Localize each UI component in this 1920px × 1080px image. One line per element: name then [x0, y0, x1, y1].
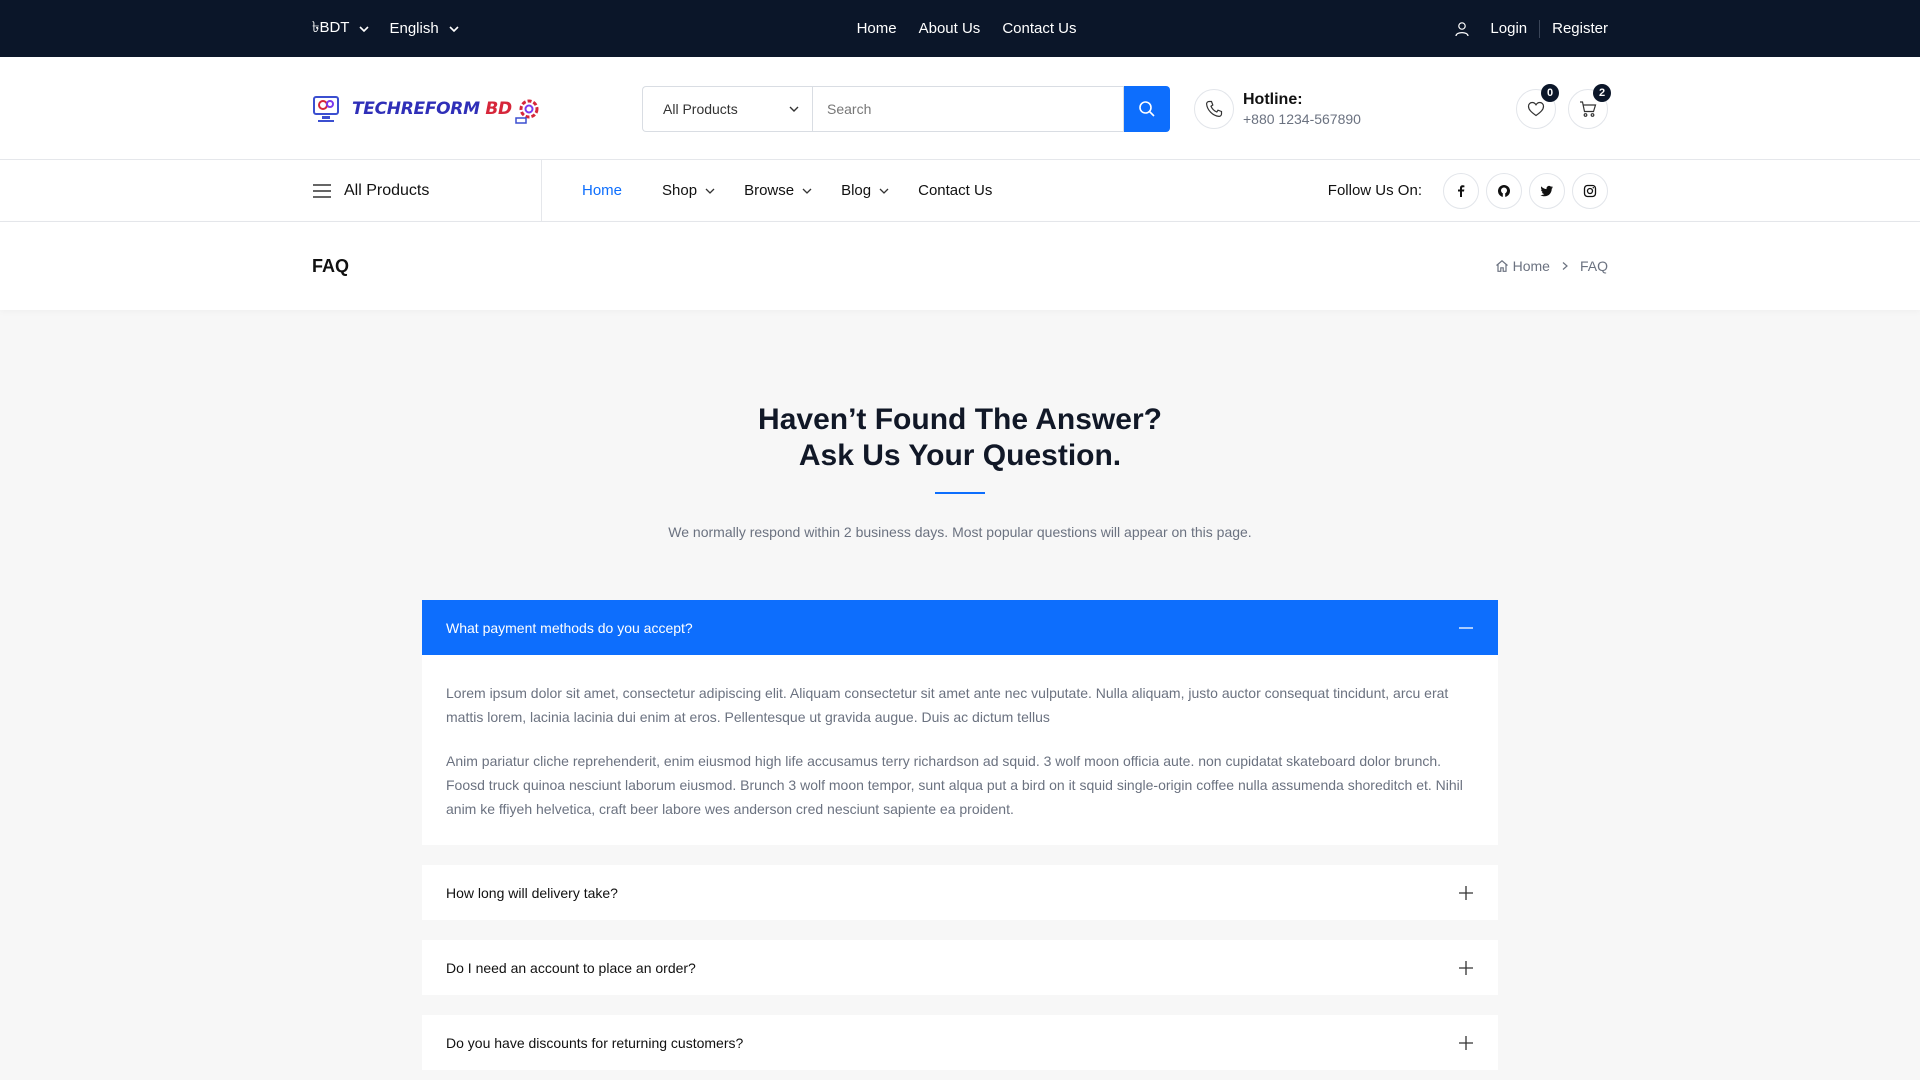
nav-browse-label: Browse	[744, 182, 795, 199]
page-title: FAQ	[312, 255, 350, 276]
faq-question: Do I need an account to place an order?	[446, 959, 696, 976]
currency-label: ৳BDT	[312, 19, 350, 36]
faq-subtitle: We normally respond within 2 business da…	[668, 524, 1252, 540]
plus-icon	[1459, 960, 1473, 975]
instagram-icon	[1583, 184, 1597, 197]
language-selector[interactable]: English	[389, 20, 459, 37]
faq-answer-paragraph: Lorem ipsum dolor sit amet, consectetur …	[446, 685, 1449, 725]
logo-wordmark: TECHREFORM BD	[352, 99, 512, 119]
faq-question-toggle[interactable]: Do you have discounts for returning cust…	[422, 1015, 1498, 1070]
wishlist-count-badge: 0	[1541, 83, 1559, 102]
facebook-link[interactable]	[1443, 172, 1479, 209]
twitter-icon	[1540, 185, 1553, 196]
language-label: English	[389, 20, 439, 37]
chevron-down-icon	[789, 106, 799, 112]
facebook-icon	[1458, 184, 1465, 197]
chevron-down-icon	[449, 25, 459, 32]
top-bar: ৳BDT English Home About Us Contact Us Lo…	[0, 0, 1920, 57]
faq-title-line1: Haven’t Found The Answer?	[758, 403, 1162, 436]
category-select-value: All Products	[663, 100, 738, 117]
title-underline	[935, 492, 985, 494]
twitter-link[interactable]	[1529, 172, 1565, 209]
breadcrumb: Home FAQ	[1495, 258, 1608, 274]
faq-question: What payment methods do you accept?	[446, 619, 693, 636]
page-header: FAQ Home FAQ	[0, 222, 1920, 310]
nav-blog[interactable]: Blog	[841, 182, 890, 199]
faq-question-toggle[interactable]: What payment methods do you accept?	[422, 600, 1498, 655]
currency-selector[interactable]: ৳BDT	[312, 16, 370, 41]
nav-shop-label: Shop	[662, 182, 698, 199]
chevron-down-icon	[705, 188, 715, 194]
faq-title-line2: Ask Us Your Question.	[798, 439, 1122, 472]
nav-contact[interactable]: Contact Us	[918, 182, 992, 199]
search-icon	[1139, 100, 1155, 117]
chevron-down-icon	[802, 188, 812, 194]
divider	[1539, 19, 1541, 38]
logo-icon	[313, 95, 339, 122]
phone-icon	[1206, 100, 1223, 117]
wishlist-button[interactable]: 0	[1516, 83, 1559, 129]
chevron-right-icon	[1562, 262, 1568, 270]
logo-text-part2: BD	[485, 98, 512, 119]
breadcrumb-home-label: Home	[1512, 258, 1550, 274]
faq-item: How long will delivery take?	[422, 865, 1498, 920]
home-icon	[1495, 260, 1508, 272]
search-input[interactable]	[812, 85, 1124, 132]
login-link[interactable]: Login	[1490, 20, 1527, 37]
top-link-home[interactable]: Home	[857, 20, 897, 37]
faq-question-toggle[interactable]: How long will delivery take?	[422, 865, 1498, 920]
nav-contact-label: Contact Us	[918, 182, 993, 199]
breadcrumb-home[interactable]: Home	[1495, 258, 1550, 274]
main-nav: All Products Home Shop Browse Blog Conta…	[0, 160, 1920, 222]
minus-icon	[1459, 626, 1473, 629]
nav-browse[interactable]: Browse	[744, 182, 813, 199]
cart-count-badge: 2	[1593, 83, 1611, 102]
cart-button[interactable]: 2	[1568, 83, 1611, 129]
faq-answer-paragraph: Anim pariatur cliche reprehenderit, enim…	[446, 753, 1463, 817]
chevron-down-icon	[359, 25, 370, 32]
faq-item: What payment methods do you accept? Lore…	[422, 600, 1498, 845]
top-link-contact[interactable]: Contact Us	[1002, 20, 1076, 37]
hotline-number[interactable]: +880 1234-567890	[1243, 111, 1361, 127]
phone-icon-wrap[interactable]	[1194, 88, 1234, 129]
chevron-down-icon	[879, 188, 889, 194]
nav-home-label: Home	[582, 182, 623, 199]
faq-answer: Lorem ipsum dolor sit amet, consectetur …	[422, 655, 1498, 845]
faq-question: Do you have discounts for returning cust…	[446, 1034, 744, 1051]
faq-section: Haven’t Found The Answer? Ask Us Your Qu…	[422, 402, 1498, 1070]
hotline: Hotline: +880 1234-567890	[1194, 88, 1361, 129]
instagram-link[interactable]	[1572, 172, 1608, 209]
site-logo[interactable]: TECHREFORM BD	[312, 91, 642, 127]
hotline-label: Hotline:	[1243, 90, 1303, 108]
hamburger-icon	[313, 183, 331, 198]
github-link[interactable]	[1486, 172, 1522, 209]
faq-item: Do you have discounts for returning cust…	[422, 1015, 1498, 1070]
faq-question-toggle[interactable]: Do I need an account to place an order?	[422, 940, 1498, 995]
follow-label: Follow Us On:	[1327, 182, 1422, 199]
faq-question: How long will delivery take?	[446, 884, 618, 901]
gear-icon	[515, 99, 539, 124]
faq-title: Haven’t Found The Answer? Ask Us Your Qu…	[422, 402, 1498, 474]
nav-blog-label: Blog	[841, 182, 872, 199]
heart-icon	[1527, 101, 1545, 116]
faq-item: Do I need an account to place an order?	[422, 940, 1498, 995]
github-icon	[1498, 184, 1510, 197]
search-button[interactable]	[1124, 85, 1170, 132]
breadcrumb-current: FAQ	[1579, 258, 1608, 274]
user-icon[interactable]	[1454, 21, 1470, 37]
all-products-menu[interactable]: All Products	[312, 160, 542, 221]
nav-home[interactable]: Home	[582, 182, 622, 199]
search-bar: All Products	[642, 85, 1170, 132]
register-link[interactable]: Register	[1552, 20, 1608, 37]
category-select[interactable]: All Products	[642, 85, 812, 132]
main-header: TECHREFORM BD All Products Search Hotlin…	[0, 57, 1920, 160]
logo-text-part1: TECHREFORM	[352, 98, 480, 119]
faq-accordion: What payment methods do you accept? Lore…	[422, 600, 1498, 1070]
cart-icon	[1580, 100, 1597, 117]
all-products-label: All Products	[344, 181, 430, 199]
top-link-about[interactable]: About Us	[919, 20, 981, 37]
nav-shop[interactable]: Shop	[662, 182, 716, 199]
plus-icon	[1459, 885, 1473, 900]
plus-icon	[1459, 1035, 1473, 1050]
